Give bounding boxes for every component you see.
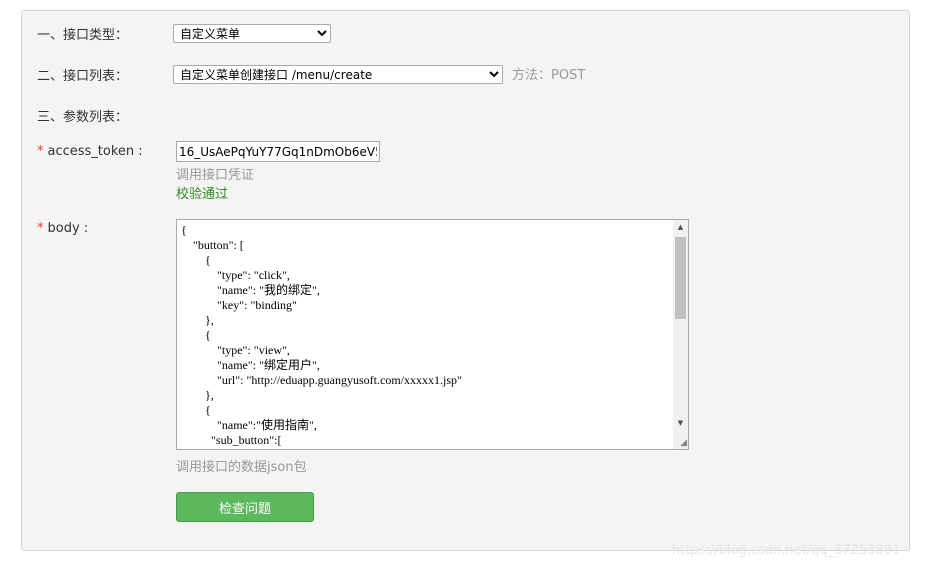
access-token-hint: 调用接口凭证 [176, 168, 255, 183]
body-json-text[interactable]: { "button": [ { "type": "click", "name":… [181, 223, 671, 447]
scroll-down-arrow-icon[interactable]: ▼ [673, 416, 688, 431]
interface-list-select[interactable]: 自定义菜单创建接口 /menu/create [173, 65, 503, 84]
body-hint: 调用接口的数据json包 [176, 460, 307, 475]
body-label-group: * body : [37, 221, 88, 236]
http-method-text: 方法：POST [512, 68, 586, 83]
param-list-label: 三、参数列表： [37, 110, 129, 125]
access-token-label: access_token : [47, 144, 143, 159]
validation-status: 校验通过 [176, 187, 229, 202]
scrollbar-thumb[interactable] [675, 237, 686, 319]
body-textarea[interactable]: { "button": [ { "type": "click", "name":… [176, 219, 689, 450]
body-scrollbar[interactable]: ▲ ▼ [673, 220, 688, 449]
required-mark: * [37, 144, 44, 159]
interface-type-select[interactable]: 自定义菜单 [173, 24, 331, 43]
interface-list-label: 二、接口列表： [37, 69, 129, 84]
access-token-label-group: * access_token : [37, 144, 143, 159]
watermark-text: https://blog.csdn.net/qq_37253891 [672, 543, 901, 558]
resize-grip-icon[interactable]: ◢ [680, 439, 687, 448]
body-label: body : [47, 221, 89, 236]
scroll-up-arrow-icon[interactable]: ▲ [673, 220, 688, 235]
check-problem-button[interactable]: 检查问题 [176, 492, 314, 522]
access-token-input[interactable] [176, 141, 380, 162]
interface-type-label: 一、接口类型： [37, 28, 129, 43]
required-mark: * [37, 221, 44, 236]
